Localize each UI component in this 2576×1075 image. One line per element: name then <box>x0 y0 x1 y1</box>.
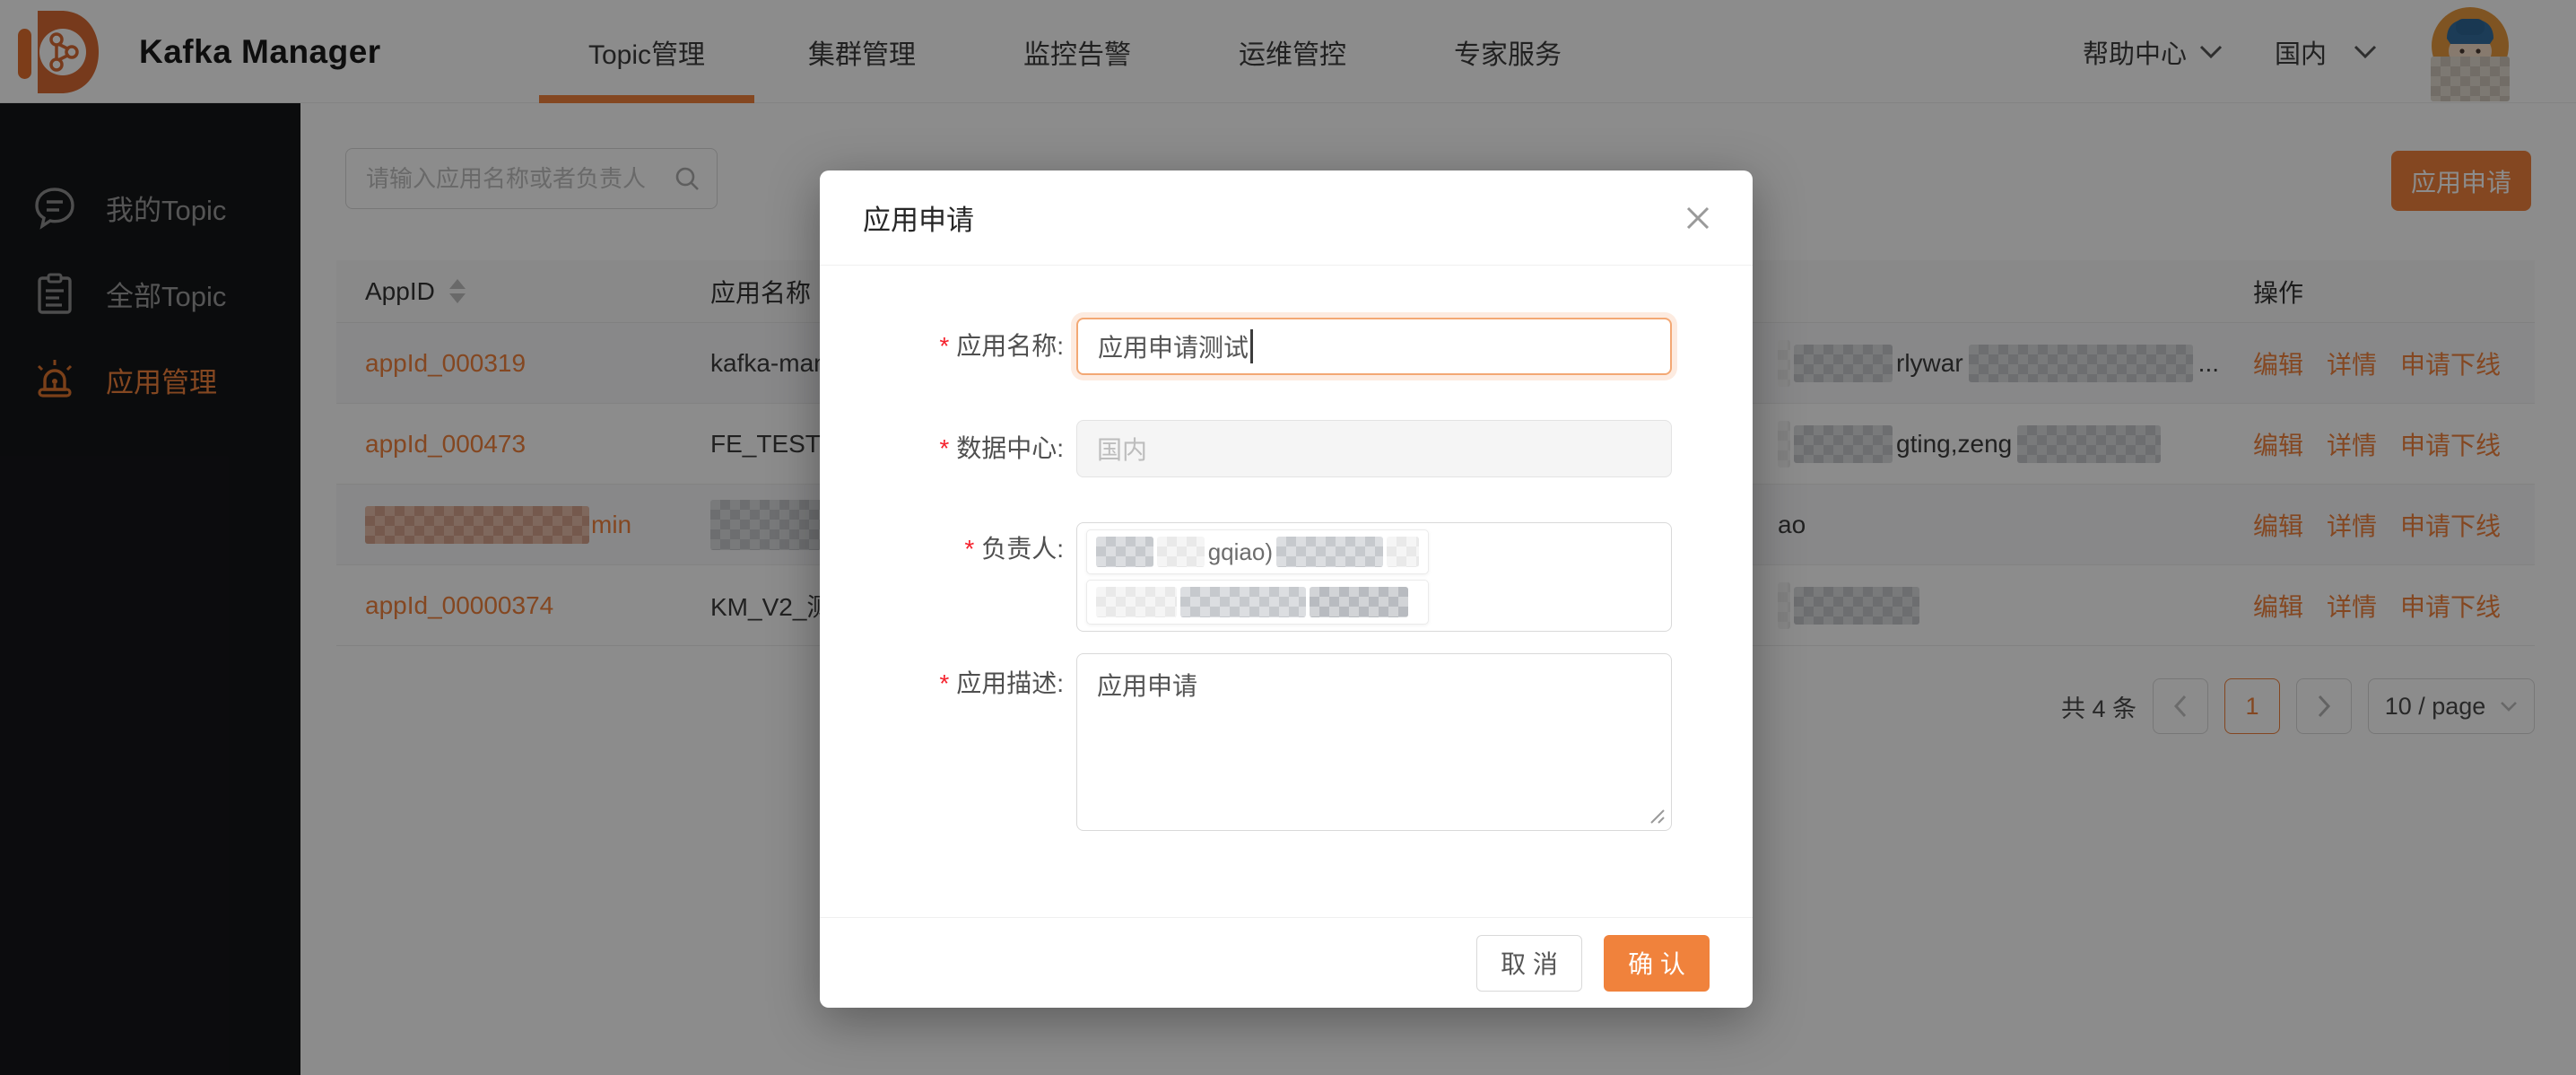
close-icon[interactable] <box>1683 203 1713 233</box>
modal-header: 应用申请 <box>820 170 1753 266</box>
blur-mosaic <box>1387 537 1419 567</box>
app-name-input[interactable]: 应用申请测试 <box>1076 318 1672 375</box>
required-mark: * <box>939 332 949 360</box>
blur-mosaic <box>1310 587 1408 617</box>
resize-handle-icon[interactable] <box>1646 805 1666 825</box>
blur-mosaic <box>1180 587 1306 617</box>
app-apply-modal: 应用申请 *应用名称: 应用申请测试 *数据中心: 国内 <box>820 170 1753 1008</box>
modal-title: 应用申请 <box>863 197 974 238</box>
text-caret <box>1250 329 1253 363</box>
confirm-button[interactable]: 确 认 <box>1604 935 1710 992</box>
modal-body: *应用名称: 应用申请测试 *数据中心: 国内 *负责人: <box>820 266 1753 831</box>
field-label: *应用描述: <box>820 653 1064 831</box>
form-row-app-name: *应用名称: 应用申请测试 <box>820 318 1753 375</box>
blur-mosaic <box>1276 537 1383 567</box>
field-label: *负责人: <box>820 522 1064 632</box>
principal-tag[interactable]: gqiao) <box>1086 529 1429 574</box>
form-row-description: *应用描述: 应用申请 <box>820 653 1753 831</box>
principal-tag[interactable] <box>1086 580 1429 625</box>
required-mark: * <box>939 434 949 462</box>
blur-mosaic <box>1157 537 1205 567</box>
blur-mosaic <box>1096 537 1153 567</box>
blur-mosaic <box>1096 587 1177 617</box>
required-mark: * <box>964 535 974 563</box>
modal-footer: 取 消 确 认 <box>820 917 1753 1008</box>
field-label: *数据中心: <box>820 420 1064 477</box>
form-row-principals: *负责人: gqiao) <box>820 522 1753 632</box>
field-label: *应用名称: <box>820 318 1064 375</box>
datacenter-input-disabled: 国内 <box>1076 420 1672 477</box>
required-mark: * <box>939 669 949 697</box>
principals-multiselect[interactable]: gqiao) <box>1076 522 1672 632</box>
description-textarea[interactable]: 应用申请 <box>1076 653 1672 831</box>
form-row-datacenter: *数据中心: 国内 <box>820 420 1753 477</box>
cancel-button[interactable]: 取 消 <box>1476 935 1582 992</box>
